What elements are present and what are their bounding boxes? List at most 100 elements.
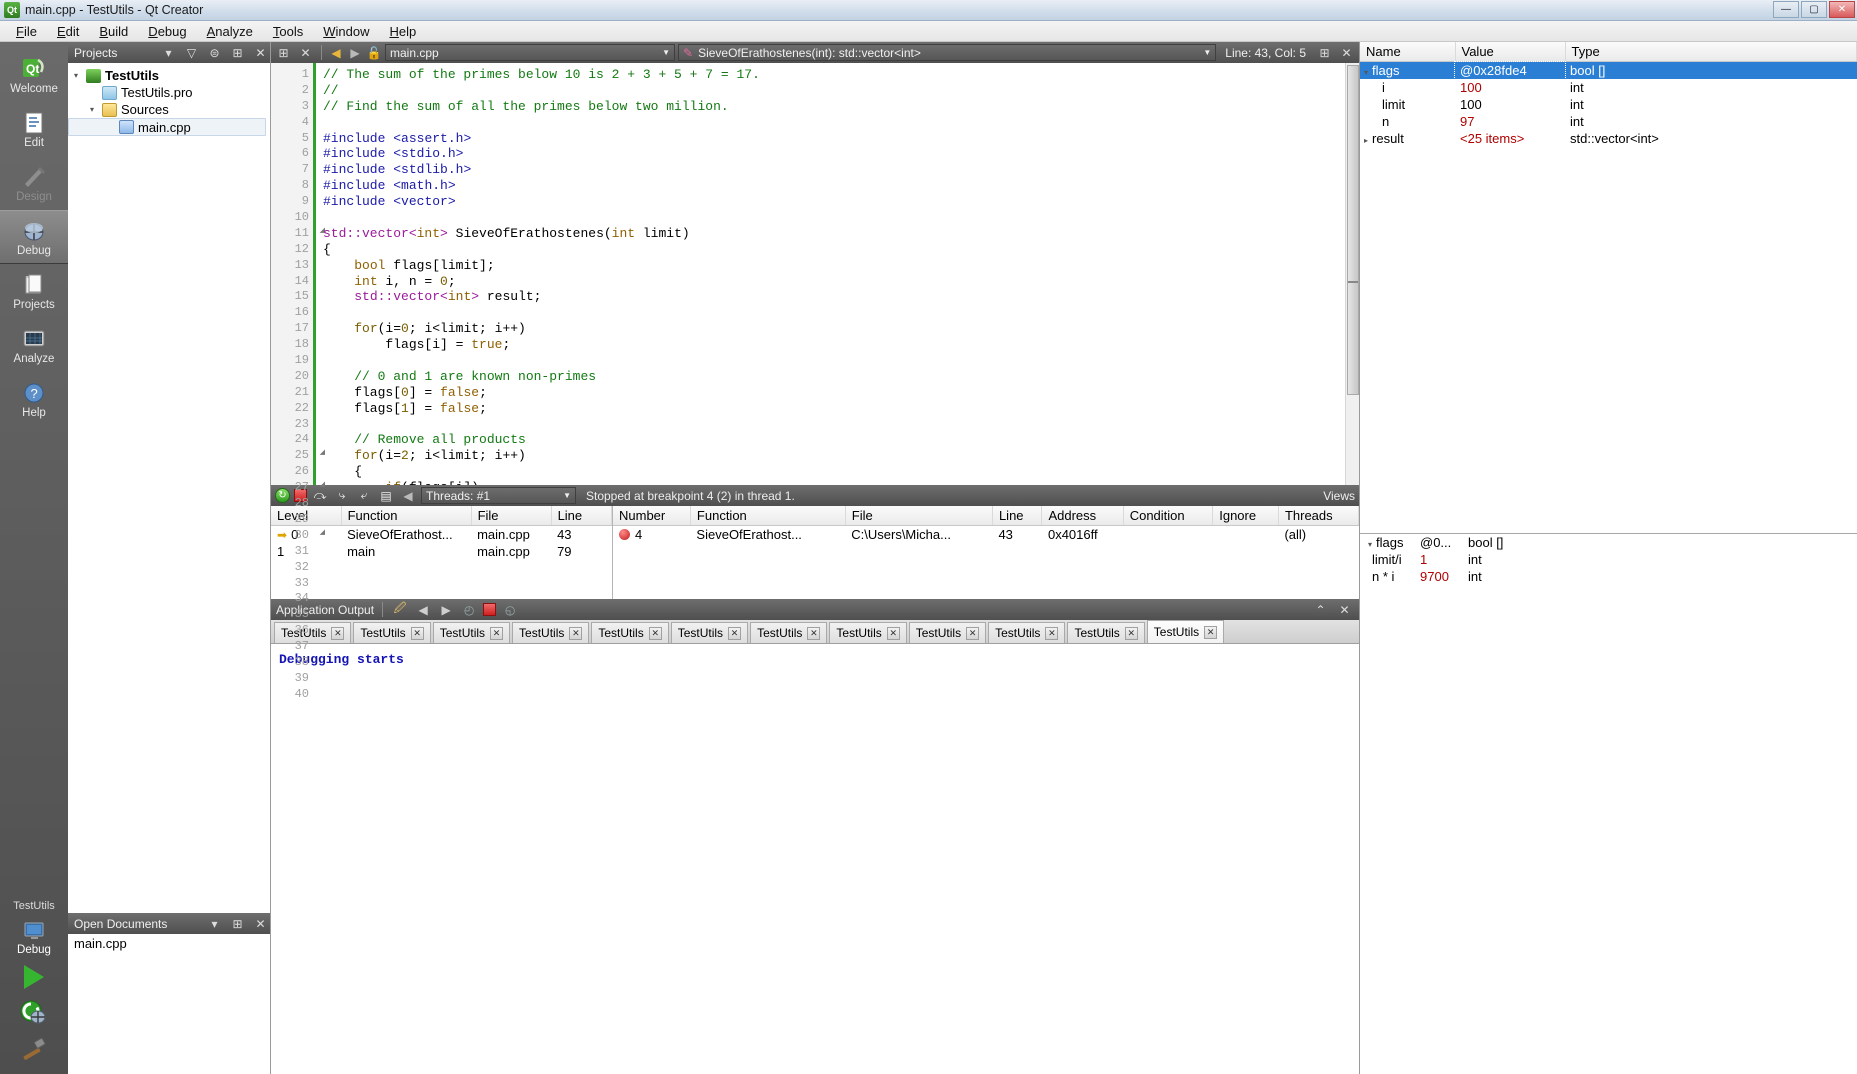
expander-icon[interactable]: ▾	[90, 105, 102, 114]
close-icon[interactable]: ✕	[251, 43, 270, 62]
mode-projects[interactable]: Projects	[0, 264, 68, 318]
output-tab[interactable]: TestUtils ✕	[512, 622, 590, 643]
table-row[interactable]: limit/i 1 int	[1360, 551, 1857, 568]
mode-edit[interactable]: Edit	[0, 102, 68, 156]
code-line[interactable]: // 0 and 1 are known non-primes	[313, 369, 1345, 385]
fold-marker-icon[interactable]: ◢	[320, 528, 325, 537]
stop-icon[interactable]	[483, 603, 497, 616]
table-row[interactable]: limit 100 int	[1360, 96, 1857, 113]
chevron-down-icon[interactable]: ▾	[159, 43, 178, 62]
code-line[interactable]: #include <math.h>	[313, 178, 1345, 194]
open-document-item[interactable]: main.cpp	[68, 934, 270, 952]
menu-item-help[interactable]: Help	[379, 22, 426, 41]
close-icon[interactable]: ✕	[1045, 626, 1059, 640]
open-documents-title[interactable]: Open Documents	[74, 917, 167, 931]
stack-pane[interactable]: Level Function File Line ➡ 0 SieveOfErathost.…	[271, 506, 613, 599]
navigate-back-icon[interactable]: ◀	[399, 487, 417, 504]
step-into-icon[interactable]: ⤷	[333, 487, 351, 504]
navigate-forward-icon[interactable]: ▶	[347, 45, 363, 61]
locals-body[interactable]: ▾ flags @0x28fde4 bool [] i 100 int limit 100 int…	[1360, 60, 1857, 148]
code-line[interactable]	[313, 210, 1345, 226]
close-icon[interactable]: ✕	[296, 43, 315, 62]
code-line[interactable]: if(flags[i])	[313, 480, 1345, 485]
table-row[interactable]: 4 SieveOfErathost... C:\Users\Micha... 43 0x…	[613, 526, 1359, 544]
code-line[interactable]: std::vector<int> result;	[313, 289, 1345, 305]
table-row[interactable]: ▾ flags @0x28fde4 bool []	[1360, 60, 1857, 80]
step-over-icon[interactable]: ⤼	[311, 487, 329, 504]
watchers-pane[interactable]: ▾ flags @0... bool [] limit/i 1 int n * i 9700 in…	[1360, 534, 1857, 1074]
locals-pane[interactable]: Name Value Type ▾ flags @0x28fde4 bool [] i 100…	[1360, 42, 1857, 534]
code-area[interactable]: // The sum of the primes below 10 is 2 +…	[313, 63, 1345, 485]
code-line[interactable]: for(i=0; i<limit; i++)	[313, 321, 1345, 337]
table-row[interactable]: ▾ flags @0... bool []	[1360, 534, 1857, 551]
output-text-area[interactable]: Debugging starts	[271, 644, 1359, 1074]
output-tab[interactable]: TestUtils ✕	[1067, 622, 1145, 643]
code-line[interactable]: #include <assert.h>	[313, 131, 1345, 147]
close-icon[interactable]: ✕	[1124, 626, 1138, 640]
code-line[interactable]: flags[1] = false;	[313, 401, 1345, 417]
project-tree[interactable]: ▾ TestUtils TestUtils.pro ▾ Sources main.cpp	[68, 63, 270, 913]
menu-item-debug[interactable]: Debug	[138, 22, 196, 41]
code-line[interactable]: // The sum of the primes below 10 is 2 +…	[313, 67, 1345, 83]
code-line[interactable]: bool flags[limit];	[313, 258, 1345, 274]
table-row[interactable]: n * i 9700 int	[1360, 568, 1857, 585]
expander-icon[interactable]: ▾	[1368, 540, 1372, 549]
output-tab[interactable]: TestUtils ✕	[591, 622, 669, 643]
close-icon[interactable]: ✕	[728, 626, 742, 640]
menu-item-window[interactable]: Window	[313, 22, 379, 41]
close-icon[interactable]: ✕	[648, 626, 662, 640]
link-sync-icon[interactable]: ⊜	[205, 43, 224, 62]
chevron-down-icon[interactable]: ▾	[205, 914, 224, 933]
close-icon[interactable]: ✕	[1337, 43, 1356, 62]
code-line[interactable]: #include <vector>	[313, 194, 1345, 210]
close-icon[interactable]: ✕	[807, 626, 821, 640]
close-icon[interactable]: ✕	[966, 626, 980, 640]
split-icon[interactable]: ⊞	[228, 914, 247, 933]
views-button[interactable]: Views	[1323, 489, 1355, 503]
table-row[interactable]: n 97 int	[1360, 113, 1857, 130]
menu-item-tools[interactable]: Tools	[263, 22, 313, 41]
mode-help[interactable]: ? Help	[0, 372, 68, 426]
minimize-button[interactable]: —	[1773, 1, 1799, 18]
file-combo[interactable]: main.cpp ▼	[385, 44, 675, 61]
table-row[interactable]: 1 main main.cpp 79	[271, 543, 612, 560]
tree-item-testutils-pro[interactable]: TestUtils.pro	[68, 84, 270, 101]
menu-item-build[interactable]: Build	[89, 22, 138, 41]
tree-item-testutils[interactable]: ▾ TestUtils	[68, 67, 270, 84]
code-line[interactable]: flags[0] = false;	[313, 385, 1345, 401]
code-line[interactable]	[313, 417, 1345, 433]
tree-item-main-cpp[interactable]: main.cpp	[68, 118, 266, 136]
output-tab[interactable]: TestUtils ✕	[432, 622, 511, 643]
expander-icon[interactable]: ▾	[74, 71, 86, 80]
output-tab[interactable]: TestUtils ✕	[988, 622, 1066, 643]
mode-list[interactable]: Qt Welcome Edit Design Debug Projects Analyze?…	[0, 42, 68, 426]
close-icon[interactable]: ✕	[886, 626, 900, 640]
instruction-view-icon[interactable]: ▤	[377, 487, 395, 504]
threads-combo[interactable]: Threads: #1 ▼	[421, 487, 576, 504]
code-line[interactable]: {	[313, 464, 1345, 480]
code-line[interactable]: flags[i] = true;	[313, 337, 1345, 353]
code-line[interactable]: std::vector<int> SieveOfErathostenes(int…	[313, 226, 1345, 242]
table-row[interactable]: i 100 int	[1360, 79, 1857, 96]
code-line[interactable]: {	[313, 242, 1345, 258]
close-button[interactable]: ✕	[1829, 1, 1855, 18]
menu-item-file[interactable]: File	[6, 22, 47, 41]
kit-selector-button[interactable]: Debug	[17, 918, 51, 956]
close-icon[interactable]: ✕	[331, 626, 345, 640]
start-debugging-button[interactable]	[17, 998, 51, 1028]
scrollbar-thumb[interactable]	[1347, 65, 1359, 395]
prev-item-icon[interactable]: ◀	[414, 601, 432, 618]
code-line[interactable]: int i, n = 0;	[313, 274, 1345, 290]
code-editor[interactable]: 1 2 3 4 5 6 7 8 9 10 11 ◢ 12 13 14 15 16 17 18 19 20 21 22 23 24…	[271, 63, 1359, 701]
code-line[interactable]: // Remove all products	[313, 432, 1345, 448]
unlocked-icon[interactable]: 🔓	[366, 45, 382, 61]
breakpoints-body[interactable]: 4 SieveOfErathost... C:\Users\Micha... 43 0x…	[613, 526, 1359, 544]
expander-icon[interactable]: ▾	[1364, 68, 1368, 77]
close-icon[interactable]: ✕	[569, 626, 583, 640]
output-tab[interactable]: TestUtils ✕	[353, 622, 431, 643]
code-line[interactable]: for(i=2; i<limit; i++)	[313, 448, 1345, 464]
close-icon[interactable]: ✕	[1204, 625, 1218, 639]
split-icon[interactable]: ⊞	[228, 43, 247, 62]
output-tab[interactable]: TestUtils ✕	[750, 622, 828, 643]
code-line[interactable]	[313, 353, 1345, 369]
